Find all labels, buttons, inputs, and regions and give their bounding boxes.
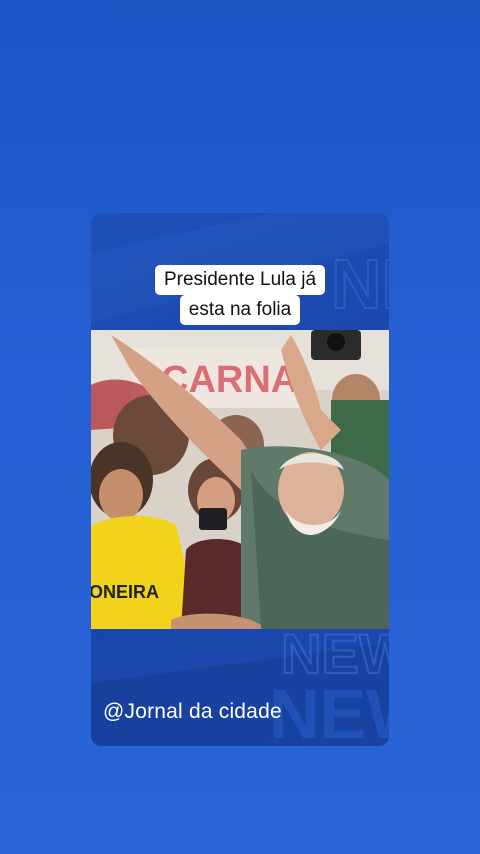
video-frame[interactable]: CARNA ONEIRA (91, 330, 389, 629)
channel-watermark: @Jornal da cidade (103, 700, 282, 723)
news-text-bottom-2: NEWS (269, 675, 389, 746)
video-caption: Presidente Lula já esta na folia (91, 265, 389, 325)
video-card[interactable]: NEWS NEWS NEWS Presidente Lula já esta n… (91, 213, 389, 746)
news-text-bottom-1: NEWS (281, 622, 389, 685)
shirt-text: ONEIRA (91, 582, 159, 602)
caption-line-1: Presidente Lula já (154, 265, 326, 295)
caption-line-2: esta na folia (179, 295, 301, 325)
carnival-scene-image: CARNA ONEIRA (91, 330, 389, 629)
